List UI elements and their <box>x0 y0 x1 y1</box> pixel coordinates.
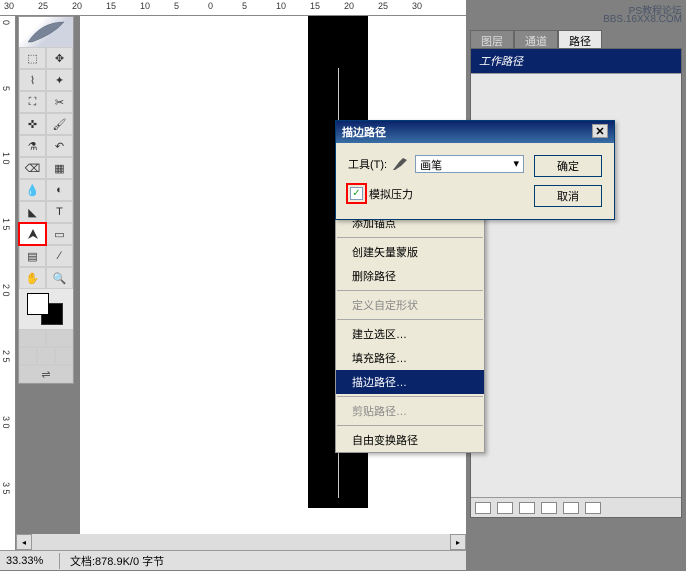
ruler-horizontal: 30 25 20 15 10 5 0 5 10 15 20 25 30 <box>0 0 466 16</box>
checkbox-highlight: ✓ <box>348 185 365 202</box>
simulate-pressure-checkbox[interactable]: ✓ <box>350 187 363 200</box>
watermark-2: BBS.16XX8.COM <box>603 14 682 25</box>
wand-tool[interactable]: ✦ <box>46 69 73 91</box>
history-brush-tool[interactable]: ↶ <box>46 135 73 157</box>
app-logo <box>19 17 73 47</box>
stroke-path-icon[interactable] <box>497 502 513 514</box>
delete-path-icon[interactable] <box>585 502 601 514</box>
fill-path-icon[interactable] <box>475 502 491 514</box>
path-to-selection-icon[interactable] <box>519 502 535 514</box>
marquee-tool[interactable]: ⬚ <box>19 47 46 69</box>
foreground-color[interactable] <box>27 293 49 315</box>
chevron-down-icon: ▾ <box>513 157 519 171</box>
lasso-tool[interactable]: ⌇ <box>19 69 46 91</box>
healing-tool[interactable]: ✜ <box>19 113 46 135</box>
path-select-tool[interactable]: ◣ <box>19 201 46 223</box>
gradient-tool[interactable]: ▦ <box>46 157 73 179</box>
crop-tool[interactable]: ⛶ <box>19 91 46 113</box>
new-path-icon[interactable] <box>563 502 579 514</box>
right-panel-area: PS教程论坛 BBS.16XX8.COM 图层 通道 路径 工作路径 <box>466 0 686 570</box>
work-path-item[interactable]: 工作路径 <box>471 49 681 74</box>
horizontal-scrollbar[interactable]: ◂ ▸ <box>16 534 466 550</box>
blur-tool[interactable]: 💧 <box>19 179 46 201</box>
zoom-tool[interactable]: 🔍 <box>46 267 73 289</box>
menu-free-transform-path[interactable]: 自由变换路径 <box>336 428 484 452</box>
notes-tool[interactable]: ▤ <box>19 245 46 267</box>
brush-icon <box>391 156 411 172</box>
move-tool[interactable]: ✥ <box>46 47 73 69</box>
menu-delete-path[interactable]: 删除路径 <box>336 264 484 288</box>
tool-value: 画笔 <box>420 157 442 171</box>
selection-to-path-icon[interactable] <box>541 502 557 514</box>
scroll-right-icon[interactable]: ▸ <box>450 534 466 550</box>
type-tool[interactable]: T <box>46 201 73 223</box>
toolbox: ⬚ ✥ ⌇ ✦ ⛶ ✂ ✜ 🖌 ⚗ ↶ ⌫ ▦ 💧 ◐ ◣ T ▭ ▤ ⁄ ✋ … <box>18 16 74 384</box>
dodge-tool[interactable]: ◐ <box>46 179 73 201</box>
brush-tool[interactable]: 🖌 <box>46 113 73 135</box>
cancel-button[interactable]: 取消 <box>534 185 602 207</box>
ruler-vertical: 0 5 1 0 1 5 2 0 2 5 3 0 3 5 <box>0 16 16 556</box>
screen-mode-1[interactable] <box>19 347 37 365</box>
panel-footer <box>471 497 681 517</box>
ok-button[interactable]: 确定 <box>534 155 602 177</box>
dialog-title-text: 描边路径 <box>342 124 386 140</box>
menu-make-selection[interactable]: 建立选区… <box>336 322 484 346</box>
standard-mode[interactable] <box>19 329 46 347</box>
slice-tool[interactable]: ✂ <box>46 91 73 113</box>
scroll-left-icon[interactable]: ◂ <box>16 534 32 550</box>
screen-mode-2[interactable] <box>37 347 55 365</box>
close-icon[interactable]: ✕ <box>592 124 608 138</box>
menu-create-vector-mask[interactable]: 创建矢量蒙版 <box>336 240 484 264</box>
tool-label: 工具(T): <box>348 156 387 172</box>
eyedropper-tool[interactable]: ⁄ <box>46 245 73 267</box>
quickmask-mode[interactable] <box>46 329 73 347</box>
menu-fill-path[interactable]: 填充路径… <box>336 346 484 370</box>
simulate-pressure-label: 模拟压力 <box>369 186 413 202</box>
dialog-titlebar[interactable]: 描边路径 ✕ <box>336 121 614 143</box>
tool-select[interactable]: 画笔 ▾ <box>415 155 524 173</box>
zoom-level[interactable]: 33.33% <box>0 553 60 569</box>
stamp-tool[interactable]: ⚗ <box>19 135 46 157</box>
pen-tool[interactable] <box>19 223 46 245</box>
color-swatches[interactable] <box>19 289 73 329</box>
jump-to-imageready[interactable]: ⇌ <box>19 365 73 383</box>
shape-tool[interactable]: ▭ <box>46 223 73 245</box>
menu-clip-path: 剪贴路径… <box>336 399 484 423</box>
stroke-path-dialog: 描边路径 ✕ 工具(T): 画笔 ▾ ✓ 模拟压力 确定 <box>335 120 615 220</box>
eraser-tool[interactable]: ⌫ <box>19 157 46 179</box>
status-bar: 33.33% 文档:878.9K/0 字节 <box>0 550 466 570</box>
document-info[interactable]: 文档:878.9K/0 字节 <box>60 551 174 571</box>
screen-mode-3[interactable] <box>55 347 73 365</box>
hand-tool[interactable]: ✋ <box>19 267 46 289</box>
menu-stroke-path[interactable]: 描边路径… <box>336 370 484 394</box>
paths-panel: 工作路径 <box>470 48 682 518</box>
context-menu: 添加锚点 创建矢量蒙版 删除路径 定义自定形状 建立选区… 填充路径… 描边路径… <box>335 210 485 453</box>
menu-define-custom-shape: 定义自定形状 <box>336 293 484 317</box>
